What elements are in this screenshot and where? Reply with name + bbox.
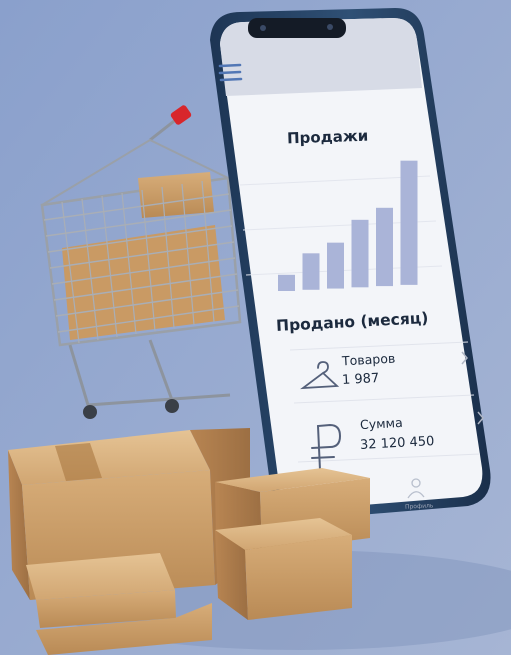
chart-bar-2 bbox=[302, 253, 320, 290]
chart-bar-3 bbox=[327, 242, 344, 289]
profile-tab-label[interactable]: Профиль bbox=[405, 502, 434, 510]
chart-bar-4 bbox=[351, 219, 369, 288]
items-value: 1 987 bbox=[341, 371, 380, 388]
product-photo-scene bbox=[0, 0, 511, 655]
screen-title: Продажи bbox=[286, 126, 369, 148]
chart-bar-1 bbox=[278, 274, 295, 291]
chart-bar-6 bbox=[400, 160, 418, 285]
chart-bar-5 bbox=[376, 207, 393, 287]
amount-label[interactable]: Сумма bbox=[360, 415, 403, 432]
items-label[interactable]: Товаров bbox=[342, 351, 396, 369]
